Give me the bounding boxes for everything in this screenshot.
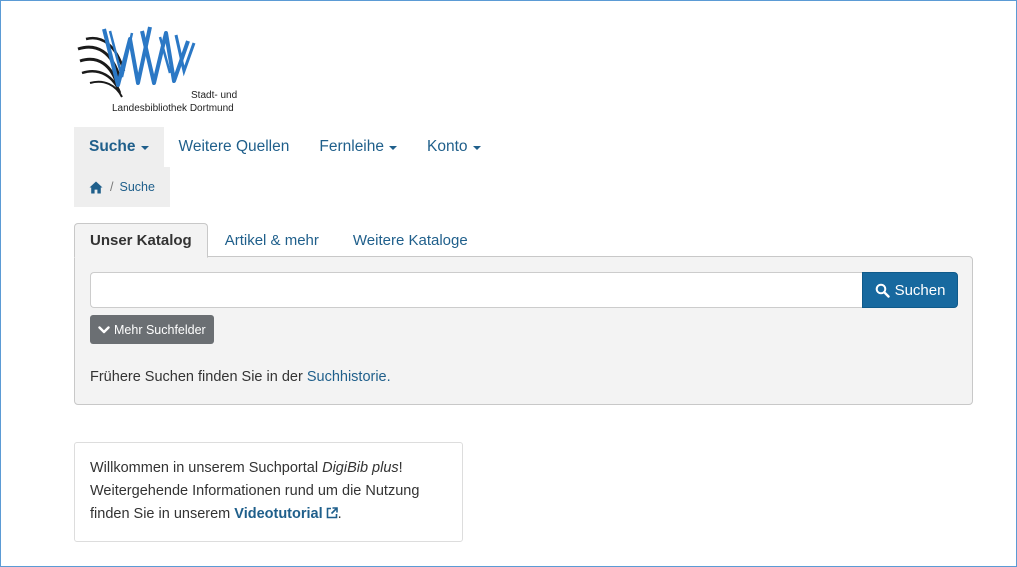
caret-down-icon — [140, 145, 149, 150]
caret-down-icon — [472, 145, 481, 150]
more-fields-button[interactable]: Mehr Suchfelder — [90, 315, 214, 344]
nav-item-weitere-quellen[interactable]: Weitere Quellen — [164, 127, 305, 167]
main-nav: Suche Weitere Quellen Fernleihe Konto — [74, 127, 496, 167]
search-panel: Suchen Mehr Suchfelder Frühere Suchen fi… — [74, 256, 973, 405]
tab-weitere-kataloge[interactable]: Weitere Kataloge — [336, 223, 485, 257]
search-button-label: Suchen — [894, 281, 946, 299]
nav-item-konto[interactable]: Konto — [412, 127, 496, 167]
search-row: Suchen — [90, 272, 958, 308]
nav-item-fernleihe[interactable]: Fernleihe — [304, 127, 412, 167]
external-link-icon — [326, 507, 338, 519]
search-history-text: Frühere Suchen finden Sie in der Suchhis… — [90, 369, 391, 385]
portal-name: DigiBib plus — [322, 460, 399, 476]
tab-unser-katalog[interactable]: Unser Katalog — [74, 223, 208, 258]
chevron-down-icon — [98, 325, 110, 333]
page-frame: Stadt- und Landesbibliothek Dortmund Suc… — [0, 0, 1017, 567]
search-input[interactable] — [90, 272, 862, 308]
welcome-line3-prefix: finden Sie in unserem — [90, 506, 235, 522]
nav-item-label: Suche — [89, 138, 136, 155]
welcome-line1-suffix: ! — [398, 460, 403, 476]
slb-logo-icon — [77, 26, 196, 98]
search-button[interactable]: Suchen — [862, 272, 958, 308]
home-icon[interactable] — [89, 181, 103, 194]
tab-artikel-mehr[interactable]: Artikel & mehr — [208, 223, 336, 257]
nav-item-label: Konto — [427, 138, 468, 155]
welcome-box: Willkommen in unserem Suchportal DigiBib… — [74, 442, 463, 542]
logo-text-line1: Stadt- und — [191, 90, 238, 101]
caret-down-icon — [389, 145, 397, 150]
welcome-line1: Willkommen in unserem Suchportal DigiBib… — [90, 457, 447, 480]
welcome-line2: Weitergehende Informationen rund um die … — [90, 483, 420, 499]
nav-item-label: Fernleihe — [319, 138, 384, 155]
breadcrumb-separator: / — [110, 180, 114, 194]
breadcrumb-current[interactable]: Suche — [119, 180, 154, 194]
videotutorial-link[interactable]: Videotutorial — [234, 506, 338, 522]
nav-item-label: Weitere Quellen — [178, 138, 290, 155]
welcome-line1-prefix: Willkommen in unserem Suchportal — [90, 460, 323, 476]
videotutorial-label: Videotutorial — [234, 506, 323, 522]
welcome-line3: finden Sie in unserem Videotutorial . — [90, 503, 447, 526]
welcome-line3-suffix: . — [337, 506, 342, 522]
library-logo[interactable]: Stadt- und Landesbibliothek Dortmund — [76, 21, 256, 121]
nav-item-suche[interactable]: Suche — [74, 127, 164, 167]
search-icon — [875, 283, 890, 298]
more-fields-label: Mehr Suchfelder — [114, 322, 206, 337]
breadcrumb: / Suche — [74, 167, 170, 207]
search-tabs: Unser Katalog Artikel & mehr Weitere Kat… — [74, 223, 485, 258]
history-prefix: Frühere Suchen finden Sie in der — [90, 369, 307, 385]
logo-text-line2: Landesbibliothek Dortmund — [112, 103, 234, 114]
search-history-link[interactable]: Suchhistorie. — [307, 369, 391, 385]
